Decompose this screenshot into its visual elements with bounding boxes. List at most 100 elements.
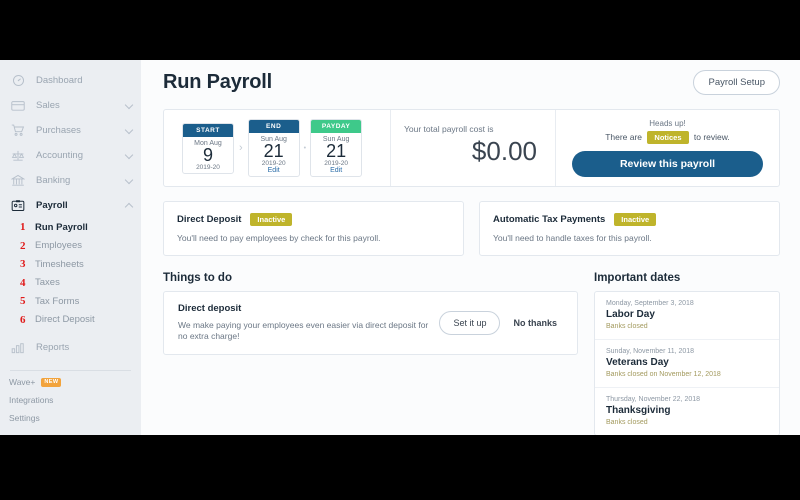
- date-name: Veterans Day: [606, 357, 669, 368]
- date-card-header: PAYDAY: [311, 120, 362, 133]
- sidebar-item-payroll[interactable]: Payroll: [0, 193, 141, 218]
- date-card-end[interactable]: END Sun Aug 21 2019-20 Edit: [247, 119, 300, 177]
- sidebar-divider: [10, 370, 131, 371]
- bottom-columns: Things to do Direct deposit We make payi…: [163, 272, 780, 435]
- sidebar-item-wave-plus[interactable]: Wave+ NEW: [0, 375, 141, 389]
- date-note: Banks closed on November 12, 2018: [606, 371, 721, 378]
- set-it-up-button[interactable]: Set it up: [439, 310, 501, 335]
- new-badge: NEW: [41, 377, 62, 387]
- list-item: Monday, September 3, 2018 Labor Day Bank…: [595, 292, 779, 340]
- date-when: Thursday, November 22, 2018: [606, 396, 701, 403]
- date-name: Labor Day: [606, 309, 655, 320]
- sidebar-subitem-timesheets[interactable]: 3 Timesheets: [0, 255, 141, 274]
- date-card-day: 21: [263, 141, 284, 161]
- sidebar-item-sales[interactable]: Sales: [0, 93, 141, 118]
- sidebar-subitem-taxes[interactable]: 4 Taxes: [0, 274, 141, 293]
- app-window: Dashboard Sales Purchases Accounting Ban…: [0, 60, 800, 435]
- sidebar: Dashboard Sales Purchases Accounting Ban…: [0, 60, 141, 435]
- date-card-day: 9: [202, 144, 213, 165]
- total-cost-label: Your total payroll cost is: [404, 124, 494, 134]
- no-thanks-button[interactable]: No thanks: [507, 312, 563, 334]
- payroll-date-range: START Mon Aug 9 2019-20 › END Sun Aug 21…: [164, 110, 391, 186]
- date-card-payday[interactable]: PAYDAY Sun Aug 21 2019-20 Edit: [310, 119, 363, 177]
- sidebar-item-integrations[interactable]: Integrations: [0, 393, 141, 407]
- payroll-setup-button[interactable]: Payroll Setup: [693, 70, 780, 95]
- date-note: Banks closed: [606, 419, 648, 426]
- status-badge: Inactive: [614, 213, 657, 226]
- page-header: Run Payroll Payroll Setup: [163, 70, 780, 95]
- status-card-header: Automatic Tax Payments Inactive: [493, 213, 766, 226]
- date-name: Thanksgiving: [606, 405, 671, 416]
- todo-body: We make paying your employees even easie…: [178, 320, 429, 341]
- sidebar-subitem-label: Timesheets: [35, 258, 84, 270]
- todo-title: Direct deposit: [178, 303, 242, 314]
- sidebar-subitem-label: Tax Forms: [35, 295, 80, 307]
- sidebar-subitem-employees[interactable]: 2 Employees: [0, 237, 141, 256]
- chevron-up-icon: [124, 202, 134, 211]
- sidebar-item-label: Sales: [36, 100, 60, 111]
- sidebar-item-label: Banking: [36, 175, 71, 186]
- date-card-edit-link[interactable]: [183, 171, 233, 173]
- sidebar-subitem-tax-forms[interactable]: 5 Tax Forms: [0, 292, 141, 311]
- list-item: Thursday, November 22, 2018 Thanksgiving…: [595, 388, 779, 435]
- date-card-edit-link[interactable]: Edit: [311, 167, 361, 176]
- sidebar-item-accounting[interactable]: Accounting: [0, 143, 141, 168]
- status-card-title: Automatic Tax Payments: [493, 214, 606, 225]
- chevron-down-icon: [124, 175, 134, 184]
- notice-prefix: There are: [605, 131, 643, 142]
- todo-item-direct-deposit: Direct deposit We make paying your emplo…: [163, 291, 578, 355]
- date-card-header: START: [183, 123, 233, 137]
- date-card-year: 2019-20: [196, 163, 220, 171]
- things-to-do-title: Things to do: [163, 272, 232, 284]
- scales-icon: [9, 148, 27, 164]
- sidebar-item-label: Payroll: [36, 200, 68, 211]
- chevron-down-icon: [124, 100, 134, 109]
- dashboard-gauge-icon: [9, 73, 27, 89]
- shopping-cart-icon: [9, 123, 27, 139]
- sidebar-subitem-label: Employees: [35, 240, 82, 252]
- sidebar-item-settings[interactable]: Settings: [0, 411, 141, 425]
- sidebar-item-label: Dashboard: [36, 75, 83, 86]
- sidebar-subitem-direct-deposit[interactable]: 6 Direct Deposit: [0, 311, 141, 330]
- payroll-summary-card: START Mon Aug 9 2019-20 › END Sun Aug 21…: [163, 109, 780, 187]
- sidebar-subitem-label: Direct Deposit: [35, 314, 95, 326]
- notice-block: Heads up! There are Notices to review. R…: [556, 110, 779, 186]
- notices-badge[interactable]: Notices: [647, 131, 689, 144]
- date-note: Banks closed: [606, 323, 648, 330]
- status-card-title: Direct Deposit: [177, 214, 242, 225]
- status-cards-row: Direct Deposit Inactive You'll need to p…: [163, 201, 780, 256]
- notice-line: There are Notices to review.: [572, 131, 763, 144]
- important-dates-column: Important dates Monday, September 3, 201…: [594, 272, 780, 435]
- sidebar-subitem-label: Run Payroll: [35, 221, 88, 233]
- sidebar-item-dashboard[interactable]: Dashboard: [0, 68, 141, 93]
- status-card-subtitle: You'll need to pay employees by check fo…: [177, 233, 381, 243]
- important-dates-title: Important dates: [594, 272, 681, 284]
- review-this-payroll-button[interactable]: Review this payroll: [572, 151, 763, 177]
- date-card-edit-link[interactable]: Edit: [249, 167, 299, 176]
- sidebar-footer-label: Settings: [9, 413, 40, 423]
- sidebar-footer-label: Wave+: [9, 377, 36, 387]
- things-to-do-column: Things to do Direct deposit We make payi…: [163, 272, 578, 435]
- notice-suffix: to review.: [693, 131, 730, 142]
- status-card-direct-deposit: Direct Deposit Inactive You'll need to p…: [163, 201, 464, 256]
- status-card-subtitle: You'll need to handle taxes for this pay…: [493, 233, 652, 243]
- heads-up-label: Heads up!: [649, 119, 686, 128]
- status-badge: Inactive: [250, 213, 293, 226]
- chevron-right-icon: ›: [239, 142, 243, 154]
- sidebar-item-purchases[interactable]: Purchases: [0, 118, 141, 143]
- sidebar-subitem-run-payroll[interactable]: 1 Run Payroll: [0, 218, 141, 237]
- sidebar-item-label: Reports: [36, 342, 70, 353]
- date-when: Sunday, November 11, 2018: [606, 348, 695, 355]
- annotation-number: 6: [20, 313, 26, 326]
- sidebar-item-banking[interactable]: Banking: [0, 168, 141, 193]
- sidebar-footer-label: Integrations: [9, 395, 54, 405]
- sidebar-item-label: Purchases: [36, 125, 81, 136]
- id-badge-icon: [9, 198, 27, 214]
- todo-text-block: Direct deposit We make paying your emplo…: [178, 303, 439, 342]
- sidebar-item-reports[interactable]: Reports: [0, 335, 141, 360]
- date-card-start[interactable]: START Mon Aug 9 2019-20: [182, 122, 234, 174]
- credit-card-icon: [9, 98, 27, 114]
- date-card-year: 2019-20: [261, 160, 286, 167]
- chevron-down-icon: [124, 125, 134, 134]
- annotation-number: 4: [20, 276, 26, 289]
